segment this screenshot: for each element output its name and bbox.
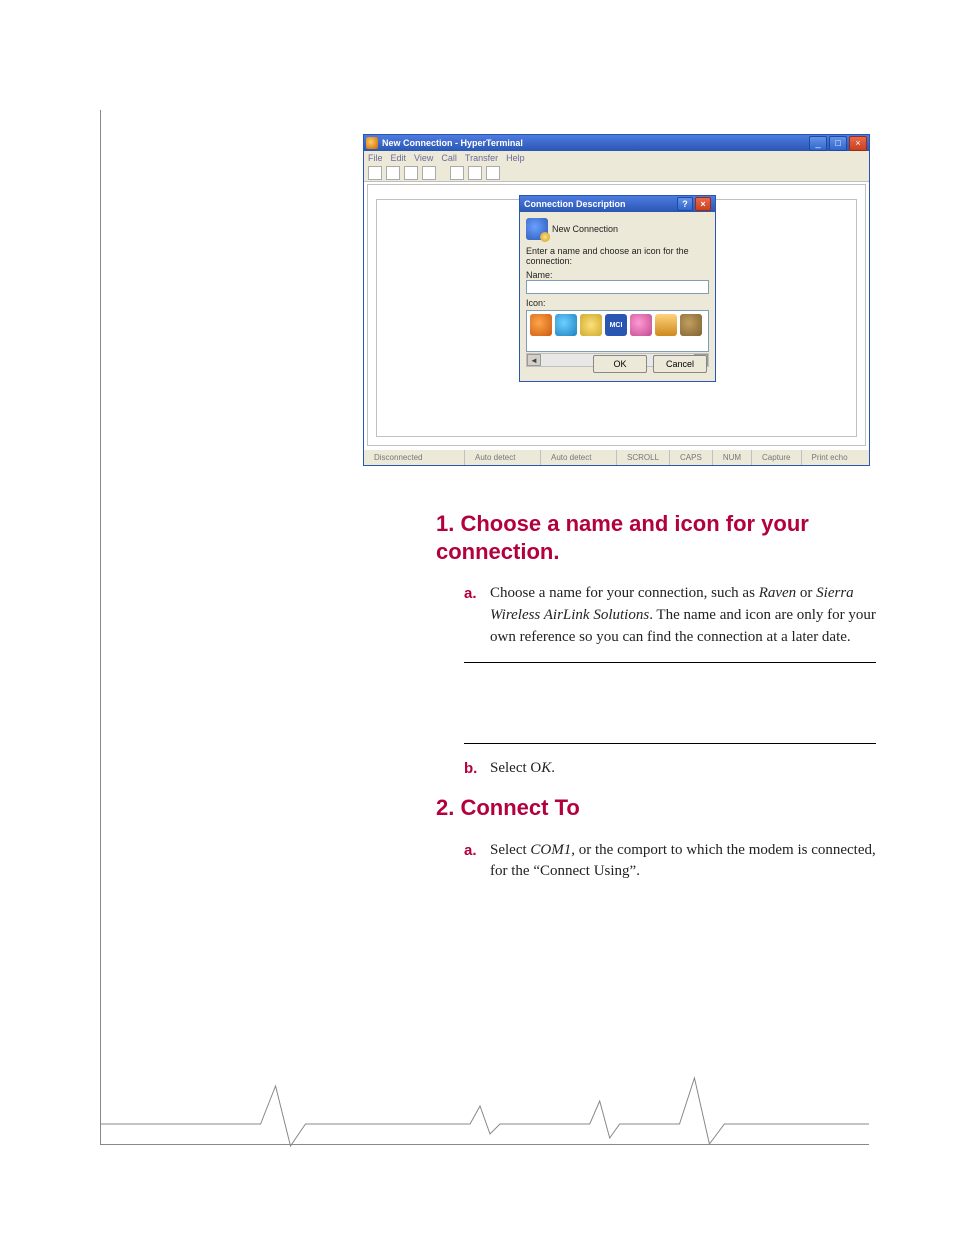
- window-title: New Connection - HyperTerminal: [382, 138, 523, 148]
- dialog-title: Connection Description: [524, 199, 626, 209]
- dialog-help-button[interactable]: ?: [677, 197, 693, 211]
- step-1b: b. Select OK.: [464, 758, 876, 780]
- page-frame: New Connection - HyperTerminal _ □ × Fil…: [100, 110, 869, 1145]
- maximize-button[interactable]: □: [829, 136, 847, 151]
- status-capture: Capture: [751, 450, 800, 465]
- tool-send-icon[interactable]: [450, 166, 464, 180]
- minimize-button[interactable]: _: [809, 136, 827, 151]
- close-button[interactable]: ×: [849, 136, 867, 151]
- step-2a: a. Select COM1, or the comport to which …: [464, 840, 876, 884]
- status-num: NUM: [712, 450, 751, 465]
- tool-receive-icon[interactable]: [468, 166, 482, 180]
- tool-new-icon[interactable]: [368, 166, 382, 180]
- step-1a-text: Choose a name for your connection, such …: [490, 583, 876, 648]
- app-icon: [366, 137, 378, 149]
- status-bar: Disconnected Auto detect Auto detect SCR…: [364, 450, 869, 465]
- status-connection: Disconnected: [364, 450, 464, 465]
- tool-hangup-icon[interactable]: [422, 166, 436, 180]
- step-1b-text: Select OK.: [490, 758, 876, 780]
- body-content: 1. Choose a name and icon for your conne…: [436, 510, 876, 893]
- conn-icon-3[interactable]: [580, 314, 602, 336]
- status-scroll: SCROLL: [616, 450, 669, 465]
- tool-properties-icon[interactable]: [486, 166, 500, 180]
- status-print: Print echo: [801, 450, 858, 465]
- new-connection-icon: [526, 218, 548, 240]
- status-auto1: Auto detect: [464, 450, 540, 465]
- step-1a: a. Choose a name for your connection, su…: [464, 583, 876, 648]
- menu-transfer[interactable]: Transfer: [465, 153, 498, 163]
- divider-bottom: [464, 743, 876, 744]
- divider-top: [464, 662, 876, 663]
- status-auto2: Auto detect: [540, 450, 616, 465]
- toolbar: [364, 165, 869, 182]
- bullet-2a: a.: [464, 840, 490, 884]
- connection-description-dialog: Connection Description ? × New Connectio…: [519, 195, 716, 382]
- heading-1: 1. Choose a name and icon for your conne…: [436, 510, 876, 565]
- dialog-titlebar: Connection Description ? ×: [520, 196, 715, 212]
- conn-icon-mci[interactable]: MCI: [605, 314, 627, 336]
- heading-2: 2. Connect To: [436, 794, 876, 822]
- conn-icon-2[interactable]: [555, 314, 577, 336]
- icon-picker[interactable]: MCI: [526, 310, 709, 352]
- bullet-b: b.: [464, 758, 490, 780]
- hyperterminal-window: New Connection - HyperTerminal _ □ × Fil…: [363, 134, 870, 466]
- conn-icon-7[interactable]: [680, 314, 702, 336]
- conn-icon-6[interactable]: [655, 314, 677, 336]
- ok-button[interactable]: OK: [593, 355, 647, 373]
- dialog-prompt: Enter a name and choose an icon for the …: [526, 246, 709, 266]
- cancel-button[interactable]: Cancel: [653, 355, 707, 373]
- menu-bar: File Edit View Call Transfer Help: [364, 151, 869, 165]
- name-input[interactable]: [526, 280, 709, 294]
- menu-help[interactable]: Help: [506, 153, 525, 163]
- tool-open-icon[interactable]: [386, 166, 400, 180]
- new-connection-label: New Connection: [552, 224, 618, 234]
- icon-label: Icon:: [526, 298, 709, 308]
- conn-icon-5[interactable]: [630, 314, 652, 336]
- bullet-a: a.: [464, 583, 490, 648]
- name-label: Name:: [526, 270, 709, 280]
- conn-icon-1[interactable]: [530, 314, 552, 336]
- menu-edit[interactable]: Edit: [391, 153, 407, 163]
- menu-view[interactable]: View: [414, 153, 433, 163]
- window-titlebar: New Connection - HyperTerminal _ □ ×: [364, 135, 869, 151]
- step-2a-text: Select COM1, or the comport to which the…: [490, 840, 876, 884]
- dialog-close-button[interactable]: ×: [695, 197, 711, 211]
- menu-call[interactable]: Call: [441, 153, 457, 163]
- tool-call-icon[interactable]: [404, 166, 418, 180]
- scroll-left-icon[interactable]: ◄: [527, 354, 541, 366]
- status-caps: CAPS: [669, 450, 712, 465]
- ecg-decoration: [101, 1066, 869, 1156]
- menu-file[interactable]: File: [368, 153, 383, 163]
